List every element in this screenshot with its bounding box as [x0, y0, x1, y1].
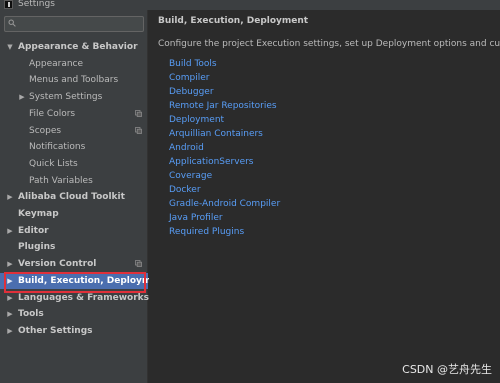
- page-description: Configure the project Execution settings…: [158, 39, 500, 49]
- settings-search-input[interactable]: [4, 16, 144, 32]
- tree-item-label: Version Control: [18, 259, 97, 269]
- tree-item-label: Other Settings: [18, 326, 93, 336]
- settings-content-panel: Build, Execution, Deployment Configure t…: [149, 10, 500, 383]
- tree-item-notifications[interactable]: Notifications: [0, 139, 148, 155]
- tree-item-label: Path Variables: [29, 176, 93, 186]
- project-level-icon: [135, 110, 142, 117]
- tree-item-languages-frameworks[interactable]: ▶ Languages & Frameworks: [0, 290, 150, 306]
- tree-item-plugins[interactable]: Plugins: [0, 239, 148, 255]
- tree-item-version-control[interactable]: ▶ Version Control: [0, 256, 148, 272]
- tree-item-menus-and-toolbars[interactable]: Menus and Toolbars: [0, 72, 148, 88]
- tree-item-system-settings[interactable]: ▶ System Settings: [0, 89, 148, 105]
- collapse-arrow-right-icon[interactable]: ▶: [6, 290, 14, 306]
- tree-item-scopes[interactable]: Scopes: [0, 123, 148, 139]
- collapse-arrow-right-icon[interactable]: ▶: [6, 223, 14, 239]
- tree-item-label: Quick Lists: [29, 159, 78, 169]
- watermark-text: CSDN @艺舟先生: [402, 363, 492, 376]
- tree-item-label: Build, Execution, Deployment: [18, 276, 169, 286]
- tree-item-label: Editor: [18, 226, 49, 236]
- link-compiler[interactable]: Compiler: [169, 71, 280, 85]
- tree-item-label: File Colors: [29, 109, 76, 119]
- link-remote-jar-repositories[interactable]: Remote Jar Repositories: [169, 99, 280, 113]
- collapse-arrow-right-icon[interactable]: ▶: [6, 256, 14, 272]
- link-applicationservers[interactable]: ApplicationServers: [169, 155, 280, 169]
- link-debugger[interactable]: Debugger: [169, 85, 280, 99]
- tree-item-label: Scopes: [29, 126, 62, 136]
- settings-tree-panel: ▼ Appearance & Behavior Appearance Menus an…: [0, 10, 168, 383]
- link-build-tools[interactable]: Build Tools: [169, 57, 280, 71]
- tree-item-quick-lists[interactable]: Quick Lists: [0, 156, 148, 172]
- intellij-app-icon: [4, 0, 13, 9]
- collapse-arrow-right-icon[interactable]: ▶: [6, 306, 14, 322]
- tree-item-tools[interactable]: ▶ Tools: [0, 306, 148, 322]
- tree-item-file-colors[interactable]: File Colors: [0, 106, 148, 122]
- tree-item-label: Plugins: [18, 242, 56, 252]
- tree-item-build-execution-deployment[interactable]: ▶ Build, Execution, Deployment: [0, 273, 168, 289]
- link-coverage[interactable]: Coverage: [169, 169, 280, 183]
- project-level-icon: [135, 127, 142, 134]
- tree-item-label: Notifications: [29, 142, 86, 152]
- project-level-icon: [135, 260, 142, 267]
- title-bar: Settings: [0, 0, 500, 10]
- link-java-profiler[interactable]: Java Profiler: [169, 211, 280, 225]
- link-required-plugins[interactable]: Required Plugins: [169, 225, 280, 239]
- window-title: Settings: [18, 0, 55, 9]
- tree-item-label: Alibaba Cloud Toolkit: [18, 192, 125, 202]
- collapse-arrow-right-icon[interactable]: ▶: [6, 273, 14, 289]
- subsection-links: Build Tools Compiler Debugger Remote Jar Re…: [169, 57, 280, 239]
- tree-item-alibaba-cloud-toolkit[interactable]: ▶ Alibaba Cloud Toolkit: [0, 189, 148, 205]
- link-android[interactable]: Android: [169, 141, 280, 155]
- tree-item-label: Keymap: [18, 209, 59, 219]
- collapse-arrow-right-icon[interactable]: ▶: [18, 89, 26, 105]
- tree-item-appearance-behavior[interactable]: ▼ Appearance & Behavior: [0, 39, 148, 55]
- collapse-arrow-right-icon[interactable]: ▶: [6, 323, 14, 339]
- search-icon: [8, 19, 16, 27]
- tree-item-editor[interactable]: ▶ Editor: [0, 223, 148, 239]
- expand-arrow-down-icon[interactable]: ▼: [6, 39, 14, 55]
- tree-item-other-settings[interactable]: ▶ Other Settings: [0, 323, 148, 339]
- page-title: Build, Execution, Deployment: [158, 16, 309, 26]
- tree-item-label: Menus and Toolbars: [29, 75, 119, 85]
- link-docker[interactable]: Docker: [169, 183, 280, 197]
- link-arquillian-containers[interactable]: Arquillian Containers: [169, 127, 280, 141]
- tree-item-label: Tools: [18, 309, 44, 319]
- tree-item-appearance[interactable]: Appearance: [0, 56, 148, 72]
- collapse-arrow-right-icon[interactable]: ▶: [6, 189, 14, 205]
- tree-item-label: Languages & Frameworks: [18, 293, 150, 303]
- tree-item-path-variables[interactable]: Path Variables: [0, 173, 148, 189]
- link-deployment[interactable]: Deployment: [169, 113, 280, 127]
- tree-item-label: System Settings: [29, 92, 103, 102]
- tree-item-label: Appearance & Behavior: [18, 42, 138, 52]
- tree-item-label: Appearance: [29, 59, 84, 69]
- link-gradle-android-compiler[interactable]: Gradle-Android Compiler: [169, 197, 280, 211]
- tree-item-keymap[interactable]: Keymap: [0, 206, 148, 222]
